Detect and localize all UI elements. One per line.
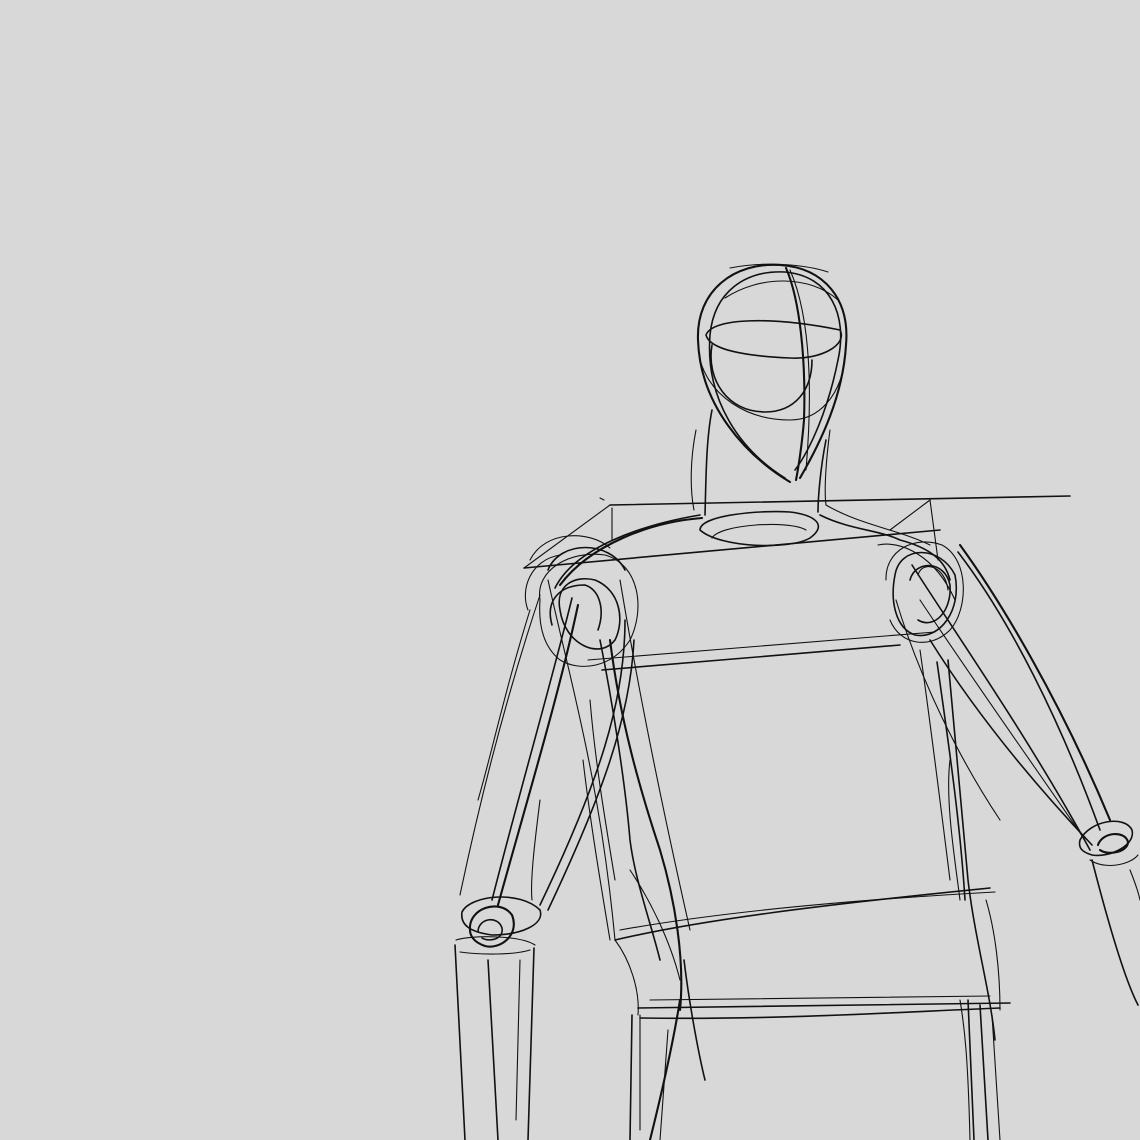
canvas-background xyxy=(0,0,1140,1140)
drawing-canvas xyxy=(0,0,1140,1140)
figure-sketch xyxy=(0,0,1140,1140)
